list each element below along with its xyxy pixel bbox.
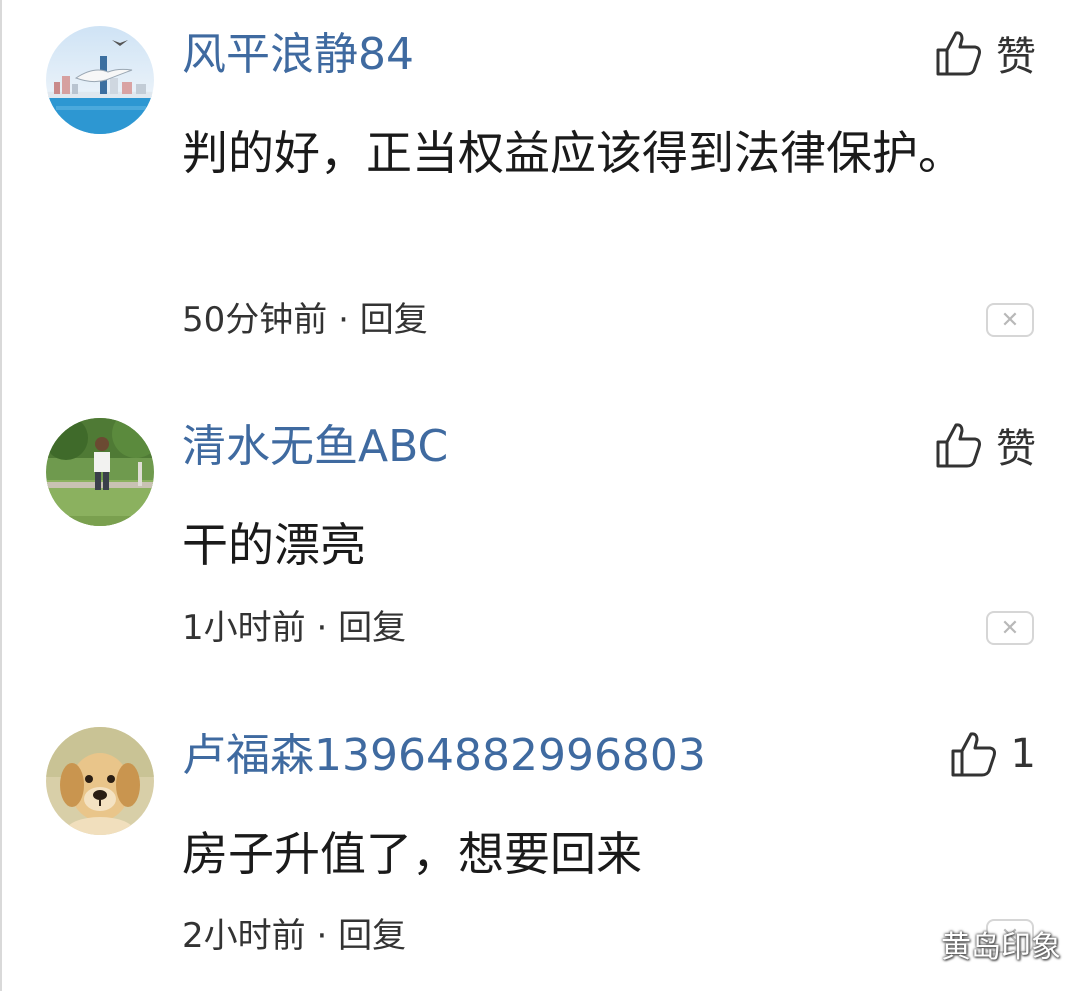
dismiss-button[interactable]: ✕ [986, 303, 1034, 337]
meta-separator: · [316, 608, 328, 648]
meta-separator: · [316, 916, 328, 956]
reply-button[interactable]: 回复 [338, 608, 406, 648]
comment-text: 房子升值了，想要回来 [182, 827, 642, 881]
comment-meta: 1小时前 · 回复 [182, 606, 406, 650]
like-button[interactable]: 赞 [934, 417, 1036, 473]
comment-time: 2小时前 [182, 916, 306, 956]
comment-meta: 50分钟前 · 回复 [182, 298, 428, 342]
comment-meta: 2小时前 · 回复 [182, 914, 406, 958]
comment-text: 判的好，正当权益应该得到法律保护。 [182, 126, 964, 180]
avatar[interactable] [46, 26, 154, 134]
like-label: 赞 [996, 34, 1036, 80]
username[interactable]: 清水无鱼ABC [182, 419, 448, 475]
watermark: 黄岛印象 [895, 922, 1061, 966]
like-label: 赞 [996, 426, 1036, 472]
avatar-child-park-image [46, 418, 154, 526]
avatar-dog-image [46, 727, 154, 835]
thumbs-up-icon [949, 729, 999, 779]
thumbs-up-icon [934, 420, 984, 470]
reply-button[interactable]: 回复 [360, 300, 428, 340]
left-border [0, 0, 2, 991]
close-icon: ✕ [1000, 307, 1020, 333]
comment-time: 50分钟前 [182, 300, 328, 340]
close-icon: ✕ [1000, 615, 1020, 641]
avatar[interactable] [46, 727, 154, 835]
watermark-text: 黄岛印象 [941, 930, 1061, 965]
username[interactable]: 风平浪静84 [182, 27, 414, 83]
like-button[interactable]: 1 [949, 726, 1036, 782]
thumbs-up-icon [934, 28, 984, 78]
avatar[interactable] [46, 418, 154, 526]
reply-button[interactable]: 回复 [338, 916, 406, 956]
dismiss-button[interactable]: ✕ [986, 611, 1034, 645]
comment-text: 干的漂亮 [182, 518, 366, 572]
like-button[interactable]: 赞 [934, 25, 1036, 81]
comment-time: 1小时前 [182, 608, 306, 648]
username[interactable]: 卢福森13964882996803 [182, 728, 706, 784]
avatar-seaside-image [46, 26, 154, 134]
like-count: 1 [1010, 731, 1036, 777]
meta-separator: · [338, 300, 349, 340]
wechat-icon [895, 923, 935, 965]
